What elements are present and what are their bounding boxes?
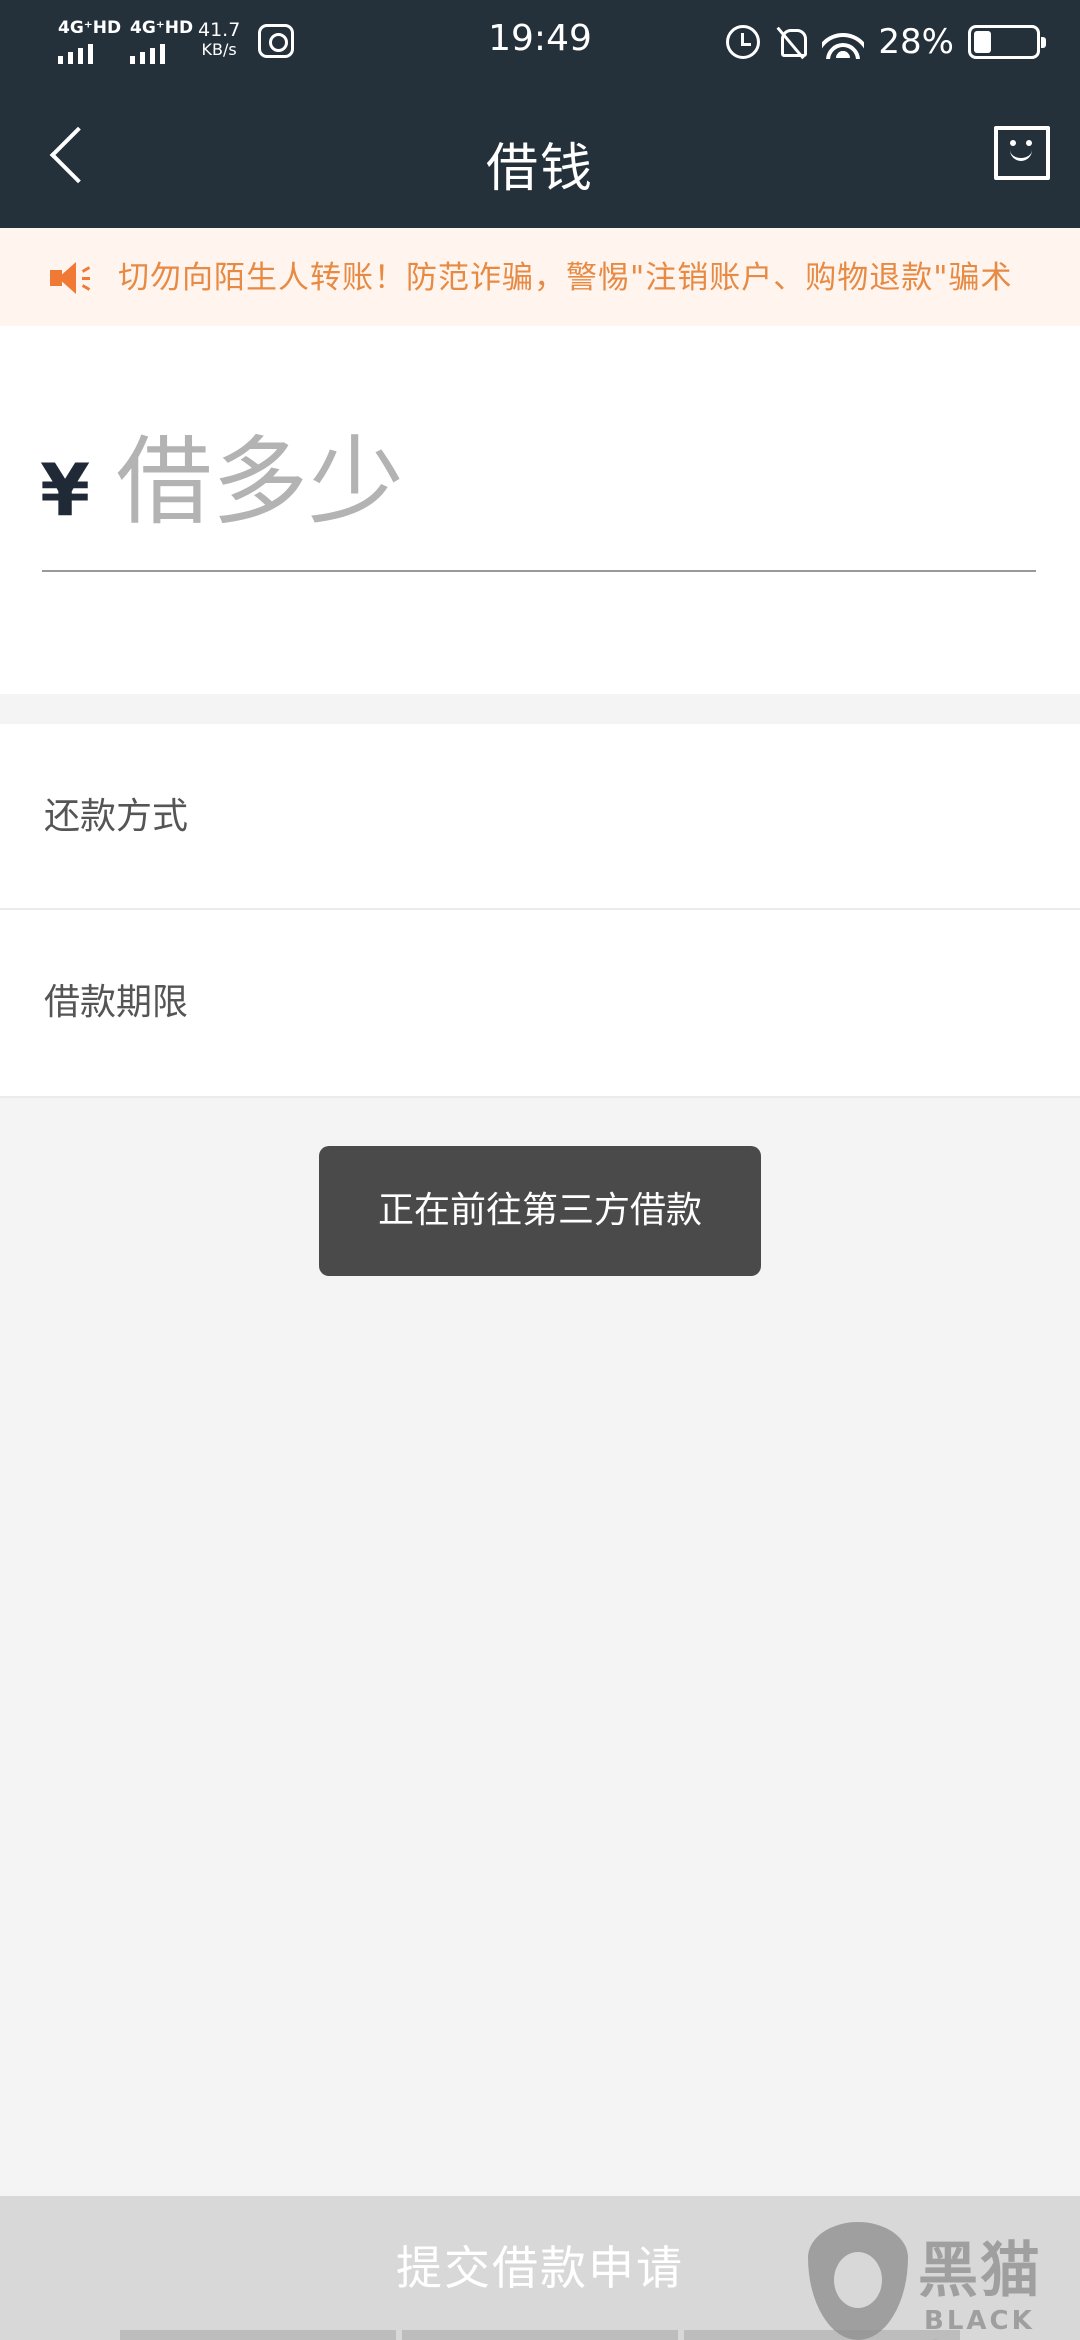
cat-logo-icon bbox=[808, 2222, 908, 2340]
fraud-warning-banner: 切勿向陌生人转账！防范诈骗，警惕"注销账户、购物退款"骗术 bbox=[0, 228, 1080, 326]
repayment-method-row[interactable]: 还款方式 bbox=[0, 724, 1080, 910]
page-title: 借钱 bbox=[485, 139, 594, 199]
repayment-method-label: 还款方式 bbox=[44, 796, 189, 837]
mute-bell-icon bbox=[774, 25, 808, 59]
currency-symbol: ¥ bbox=[40, 448, 91, 532]
toast-message: 正在前往第三方借款 bbox=[319, 1146, 761, 1276]
top-bar: 4G⁺HD 4G⁺HD 41.7 KB/s 19:49 28% 借钱 bbox=[0, 0, 1080, 228]
amount-underline bbox=[42, 570, 1036, 572]
alarm-icon bbox=[726, 25, 761, 59]
loan-term-row[interactable]: 借款期限 bbox=[0, 910, 1080, 1098]
battery-fill bbox=[974, 31, 991, 53]
loan-options: 还款方式 借款期限 bbox=[0, 724, 1080, 1098]
battery-percent: 28% bbox=[878, 22, 954, 62]
title-bar: 借钱 bbox=[0, 100, 1080, 212]
customer-service-icon[interactable] bbox=[994, 126, 1050, 180]
status-bar: 4G⁺HD 4G⁺HD 41.7 KB/s 19:49 28% bbox=[0, 0, 1080, 84]
battery-icon bbox=[968, 25, 1046, 59]
amount-card: ¥ bbox=[0, 326, 1080, 694]
fraud-warning-text: 切勿向陌生人转账！防范诈骗，警惕"注销账户、购物退款"骗术 bbox=[118, 260, 1013, 296]
wifi-icon bbox=[822, 25, 865, 59]
loan-amount-input[interactable] bbox=[116, 422, 1036, 542]
watermark-en: BLACK CAT bbox=[924, 2306, 1035, 2340]
speaker-icon bbox=[50, 260, 91, 296]
black-cat-watermark: 黑猫 BLACK CAT bbox=[808, 2222, 1080, 2340]
watermark-cn: 黑猫 bbox=[918, 2236, 1042, 2306]
loan-term-label: 借款期限 bbox=[44, 982, 189, 1023]
